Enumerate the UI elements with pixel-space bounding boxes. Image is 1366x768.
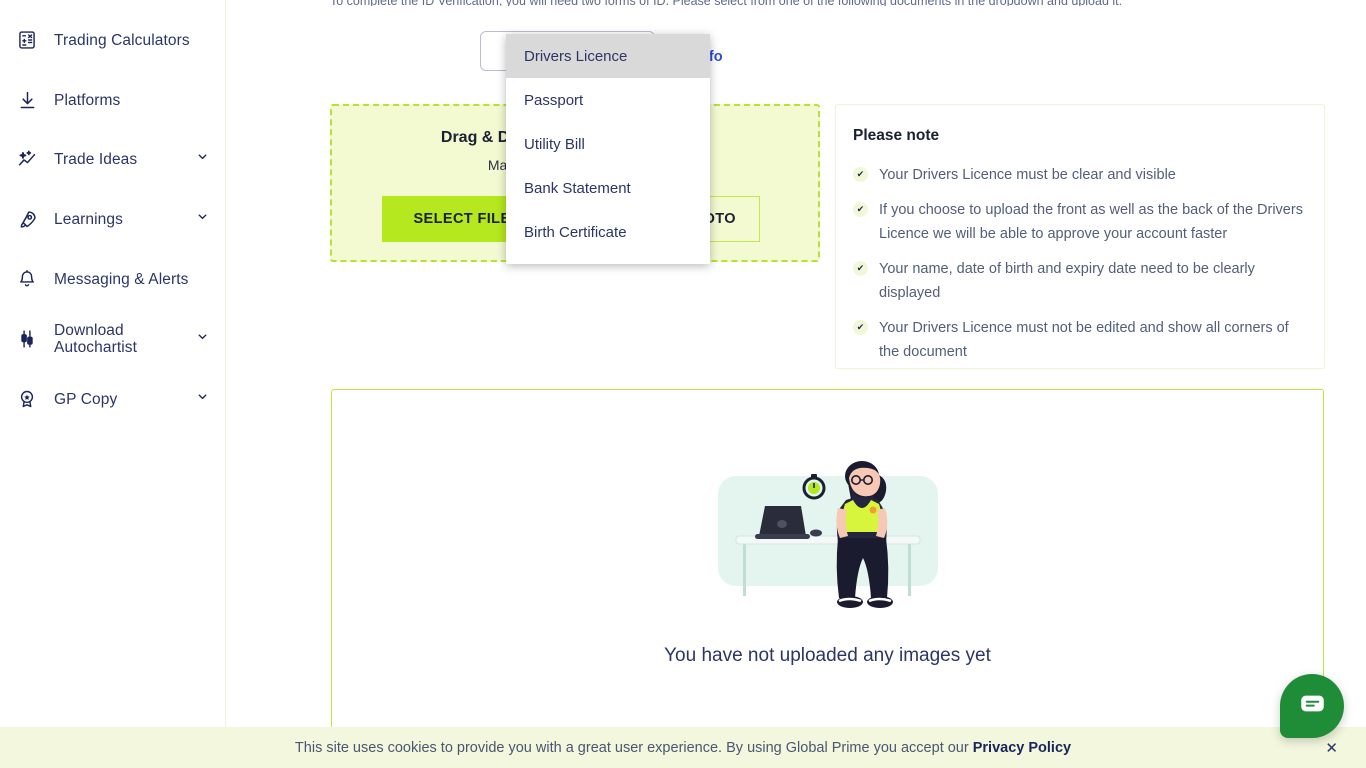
- sidebar-item-label: GP Copy: [54, 390, 118, 408]
- please-note-item-text: Your Drivers Licence must not be edited …: [879, 320, 1289, 360]
- please-note-item-text: If you choose to upload the front as wel…: [879, 202, 1303, 242]
- desk-worker-illustration: [710, 438, 946, 643]
- chevron-down-icon[interactable]: [196, 390, 209, 408]
- sidebar-item-label: Platforms: [54, 91, 121, 109]
- dropdown-option-passport[interactable]: Passport: [506, 78, 710, 122]
- intro-text: To complete the ID Verification, you wil…: [330, 0, 1340, 6]
- dropdown-option-utility-bill[interactable]: Utility Bill: [506, 122, 710, 166]
- dropdown-option-label: Bank Statement: [524, 179, 631, 197]
- dropdown-option-label: Passport: [524, 91, 584, 109]
- privacy-policy-link[interactable]: Privacy Policy: [973, 740, 1071, 756]
- sidebar-item-label: Trade Ideas: [54, 150, 138, 168]
- sidebar-item-gp-copy[interactable]: GP Copy: [0, 379, 226, 419]
- chevron-down-icon[interactable]: [196, 210, 209, 228]
- sparkle-chart-icon: [14, 149, 40, 170]
- please-note-list: ✔ Your Drivers Licence must be clear and …: [853, 163, 1308, 375]
- main-content: To complete the ID Verification, you wil…: [226, 0, 1366, 768]
- cookie-text: This site uses cookies to provide you wi…: [0, 740, 1366, 756]
- dropdown-option-label: Utility Bill: [524, 135, 585, 153]
- please-note-item: ✔ Your name, date of birth and expiry dat…: [853, 257, 1308, 305]
- sidebar-item-trading-calculators[interactable]: Trading Calculators: [0, 20, 226, 60]
- sidebar: Trading Calculators Platforms Trade Ideas L…: [0, 0, 226, 768]
- empty-uploads-text: You have not uploaded any images yet: [664, 645, 991, 666]
- bell-icon: [14, 269, 40, 289]
- please-note-item-text: Your Drivers Licence must be clear and v…: [879, 167, 1176, 183]
- sidebar-item-label: Learnings: [54, 210, 123, 228]
- please-note-item: ✔ Your Drivers Licence must not be edited…: [853, 316, 1308, 364]
- sidebar-item-trade-ideas[interactable]: Trade Ideas: [0, 139, 226, 179]
- dropdown-option-label: Birth Certificate: [524, 223, 627, 241]
- sidebar-item-label: Download Autochartist: [54, 322, 138, 356]
- chevron-down-icon[interactable]: [196, 330, 209, 348]
- dropdown-option-label: Drivers Licence: [524, 47, 628, 65]
- please-note-item: ✔ If you choose to upload the front as we…: [853, 198, 1308, 246]
- sidebar-item-label: Trading Calculators: [54, 31, 190, 49]
- please-note-item: ✔ Your Drivers Licence must be clear and …: [853, 163, 1308, 187]
- sliders-icon: [14, 329, 40, 349]
- rocket-icon: [14, 209, 40, 230]
- check-icon: ✔: [853, 261, 868, 276]
- dropdown-option-bank-statement[interactable]: Bank Statement: [506, 166, 710, 210]
- sidebar-item-platforms[interactable]: Platforms: [0, 80, 226, 120]
- cookie-message: This site uses cookies to provide you wi…: [294, 739, 973, 756]
- please-note-item-text: Your name, date of birth and expiry date…: [879, 261, 1255, 301]
- sidebar-item-learnings[interactable]: Learnings: [0, 199, 226, 239]
- please-note-heading: Please note: [853, 127, 940, 144]
- dropdown-option-birth-certificate[interactable]: Birth Certificate: [506, 210, 710, 254]
- cookie-banner: This site uses cookies to provide you wi…: [0, 727, 1366, 768]
- page-root: Trading Calculators Platforms Trade Ideas L…: [0, 0, 1366, 768]
- medal-icon: [14, 389, 40, 409]
- check-icon: ✔: [853, 167, 868, 182]
- check-icon: ✔: [853, 202, 868, 217]
- download-icon: [14, 90, 40, 111]
- close-icon[interactable]: ✕: [1325, 739, 1338, 757]
- document-type-dropdown[interactable]: Drivers Licence Passport Utility Bill Bank …: [506, 34, 710, 264]
- sidebar-item-label: Messaging & Alerts: [54, 270, 189, 288]
- chat-bubble-icon: [1299, 690, 1326, 722]
- sidebar-item-download-autochartist[interactable]: Download Autochartist: [0, 319, 226, 359]
- uploaded-images-card: You have not uploaded any images yet: [331, 389, 1324, 729]
- check-icon: ✔: [853, 320, 868, 335]
- sidebar-item-messaging-alerts[interactable]: Messaging & Alerts: [0, 259, 226, 299]
- calculator-icon: [14, 30, 40, 50]
- dropdown-option-drivers-licence[interactable]: Drivers Licence: [506, 34, 710, 78]
- chevron-down-icon[interactable]: [196, 150, 209, 168]
- please-note-card: Please note ✔ Your Drivers Licence must b…: [835, 104, 1325, 369]
- chat-widget-button[interactable]: [1280, 674, 1344, 738]
